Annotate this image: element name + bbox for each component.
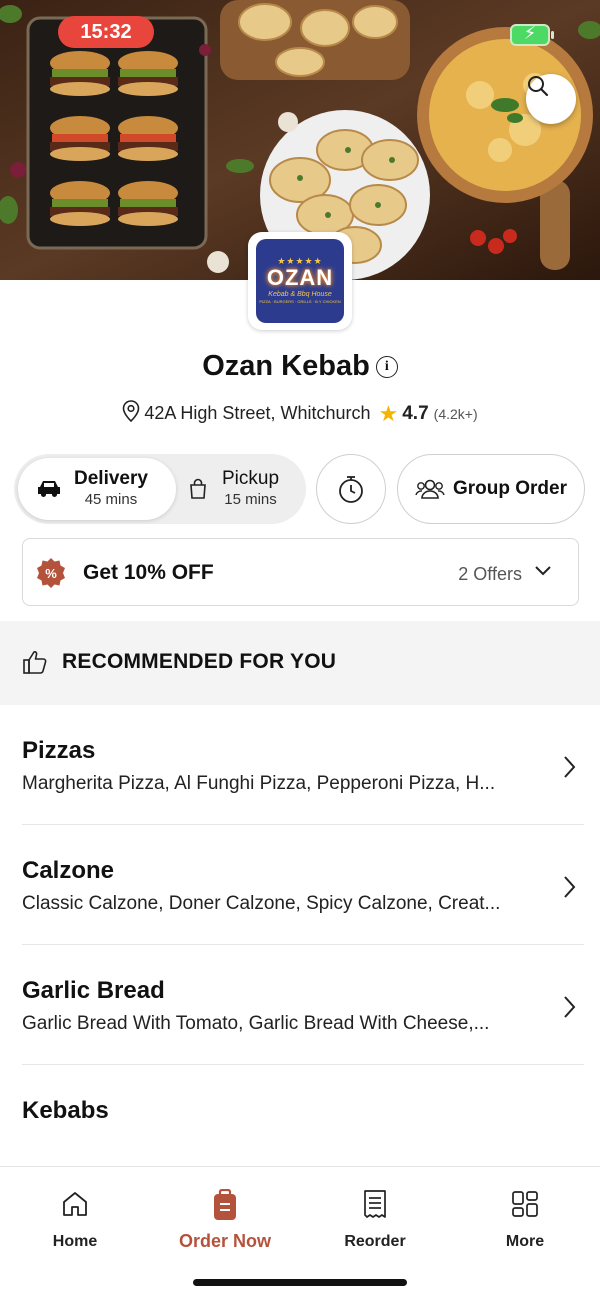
nav-reorder-label: Reorder [344, 1233, 406, 1250]
category-name: Calzone [22, 857, 115, 884]
restaurant-logo: ★★★★★ OZAN Kebab & Bbq House PIZZA · BUR… [248, 232, 352, 330]
restaurant-address: 42A High Street, Whitchurch [144, 403, 371, 423]
order-mode-toggle: Delivery 45 mins Pickup 15 mins [14, 454, 306, 524]
stopwatch-icon [339, 476, 363, 503]
category-row[interactable]: Garlic Bread Garlic Bread With Tomato, G… [0, 945, 600, 1065]
restaurant-address-row: 42A High Street, Whitchurch ★ 4.7 (4.2k+) [0, 400, 600, 427]
discount-badge-icon: % [37, 558, 65, 588]
pickup-label: Pickup [222, 468, 280, 489]
order-icon [214, 1189, 236, 1220]
category-name: Kebabs [22, 1097, 109, 1121]
restaurant-title-row: Ozan Kebab i [0, 350, 600, 383]
grid-icon [512, 1191, 538, 1217]
search-button[interactable] [526, 74, 576, 124]
group-icon [415, 479, 445, 499]
offer-title: Get 10% OFF [83, 561, 214, 584]
car-icon [38, 481, 60, 497]
recommended-title: RECOMMENDED FOR YOU [62, 650, 337, 673]
nav-home[interactable]: Home [0, 1167, 150, 1267]
delivery-time: 45 mins [84, 491, 138, 508]
logo-tagline: Kebab & Bbq House [268, 291, 332, 298]
nav-home-label: Home [52, 1233, 98, 1250]
pickup-option[interactable]: Pickup 15 mins [180, 458, 302, 520]
logo-services: PIZZA · BURGERS · GRILLS · B.Y CHICKEN [259, 299, 341, 304]
category-items: Classic Calzone, Doner Calzone, Spicy Ca… [22, 893, 501, 914]
restaurant-name: Ozan Kebab [202, 350, 370, 382]
svg-text:%: % [45, 566, 57, 581]
offer-banner[interactable]: % Get 10% OFF 2 Offers [22, 538, 579, 606]
category-row[interactable]: Kebabs [0, 1065, 600, 1121]
schedule-button[interactable] [316, 454, 386, 524]
logo-brand: OZAN [266, 265, 334, 290]
rating-count: (4.2k+) [433, 406, 478, 422]
group-order-button[interactable]: Group Order [397, 454, 585, 524]
offer-count: 2 Offers [458, 564, 522, 584]
category-row[interactable]: Pizzas Margherita Pizza, Al Funghi Pizza… [0, 705, 600, 825]
chevron-right-icon [564, 756, 576, 778]
category-items: Garlic Bread With Tomato, Garlic Bread W… [22, 1013, 490, 1034]
location-pin-icon [122, 400, 140, 427]
info-icon[interactable]: i [375, 356, 398, 378]
status-time: 15:32 [58, 16, 154, 48]
chevron-down-icon [535, 566, 551, 576]
recommended-section-header: RECOMMENDED FOR YOU [0, 621, 600, 705]
nav-order-now-label: Order Now [178, 1231, 271, 1251]
group-order-label: Group Order [452, 478, 567, 499]
shopping-bag-icon [190, 478, 206, 499]
nav-more[interactable]: More [450, 1167, 600, 1267]
nav-order-now[interactable]: Order Now [150, 1167, 300, 1267]
chevron-right-icon [564, 996, 576, 1018]
star-icon: ★ [378, 401, 399, 426]
category-items: Margherita Pizza, Al Funghi Pizza, Peppe… [22, 773, 496, 794]
search-icon [528, 76, 549, 97]
home-icon [63, 1192, 87, 1216]
nav-more-label: More [505, 1233, 545, 1250]
home-indicator [193, 1279, 407, 1286]
delivery-label: Delivery [74, 468, 148, 489]
nav-reorder[interactable]: Reorder [300, 1167, 450, 1267]
thumbs-up-icon [23, 651, 47, 674]
delivery-option[interactable]: Delivery 45 mins [18, 458, 176, 520]
receipt-icon [364, 1190, 386, 1218]
category-name: Garlic Bread [22, 977, 165, 1004]
pickup-time: 15 mins [224, 491, 277, 508]
category-row[interactable]: Calzone Classic Calzone, Doner Calzone, … [0, 825, 600, 945]
chevron-right-icon [564, 876, 576, 898]
category-name: Pizzas [22, 737, 96, 764]
battery-charging-icon: ⚡ [510, 23, 554, 46]
rating-value: 4.7 [402, 403, 429, 424]
